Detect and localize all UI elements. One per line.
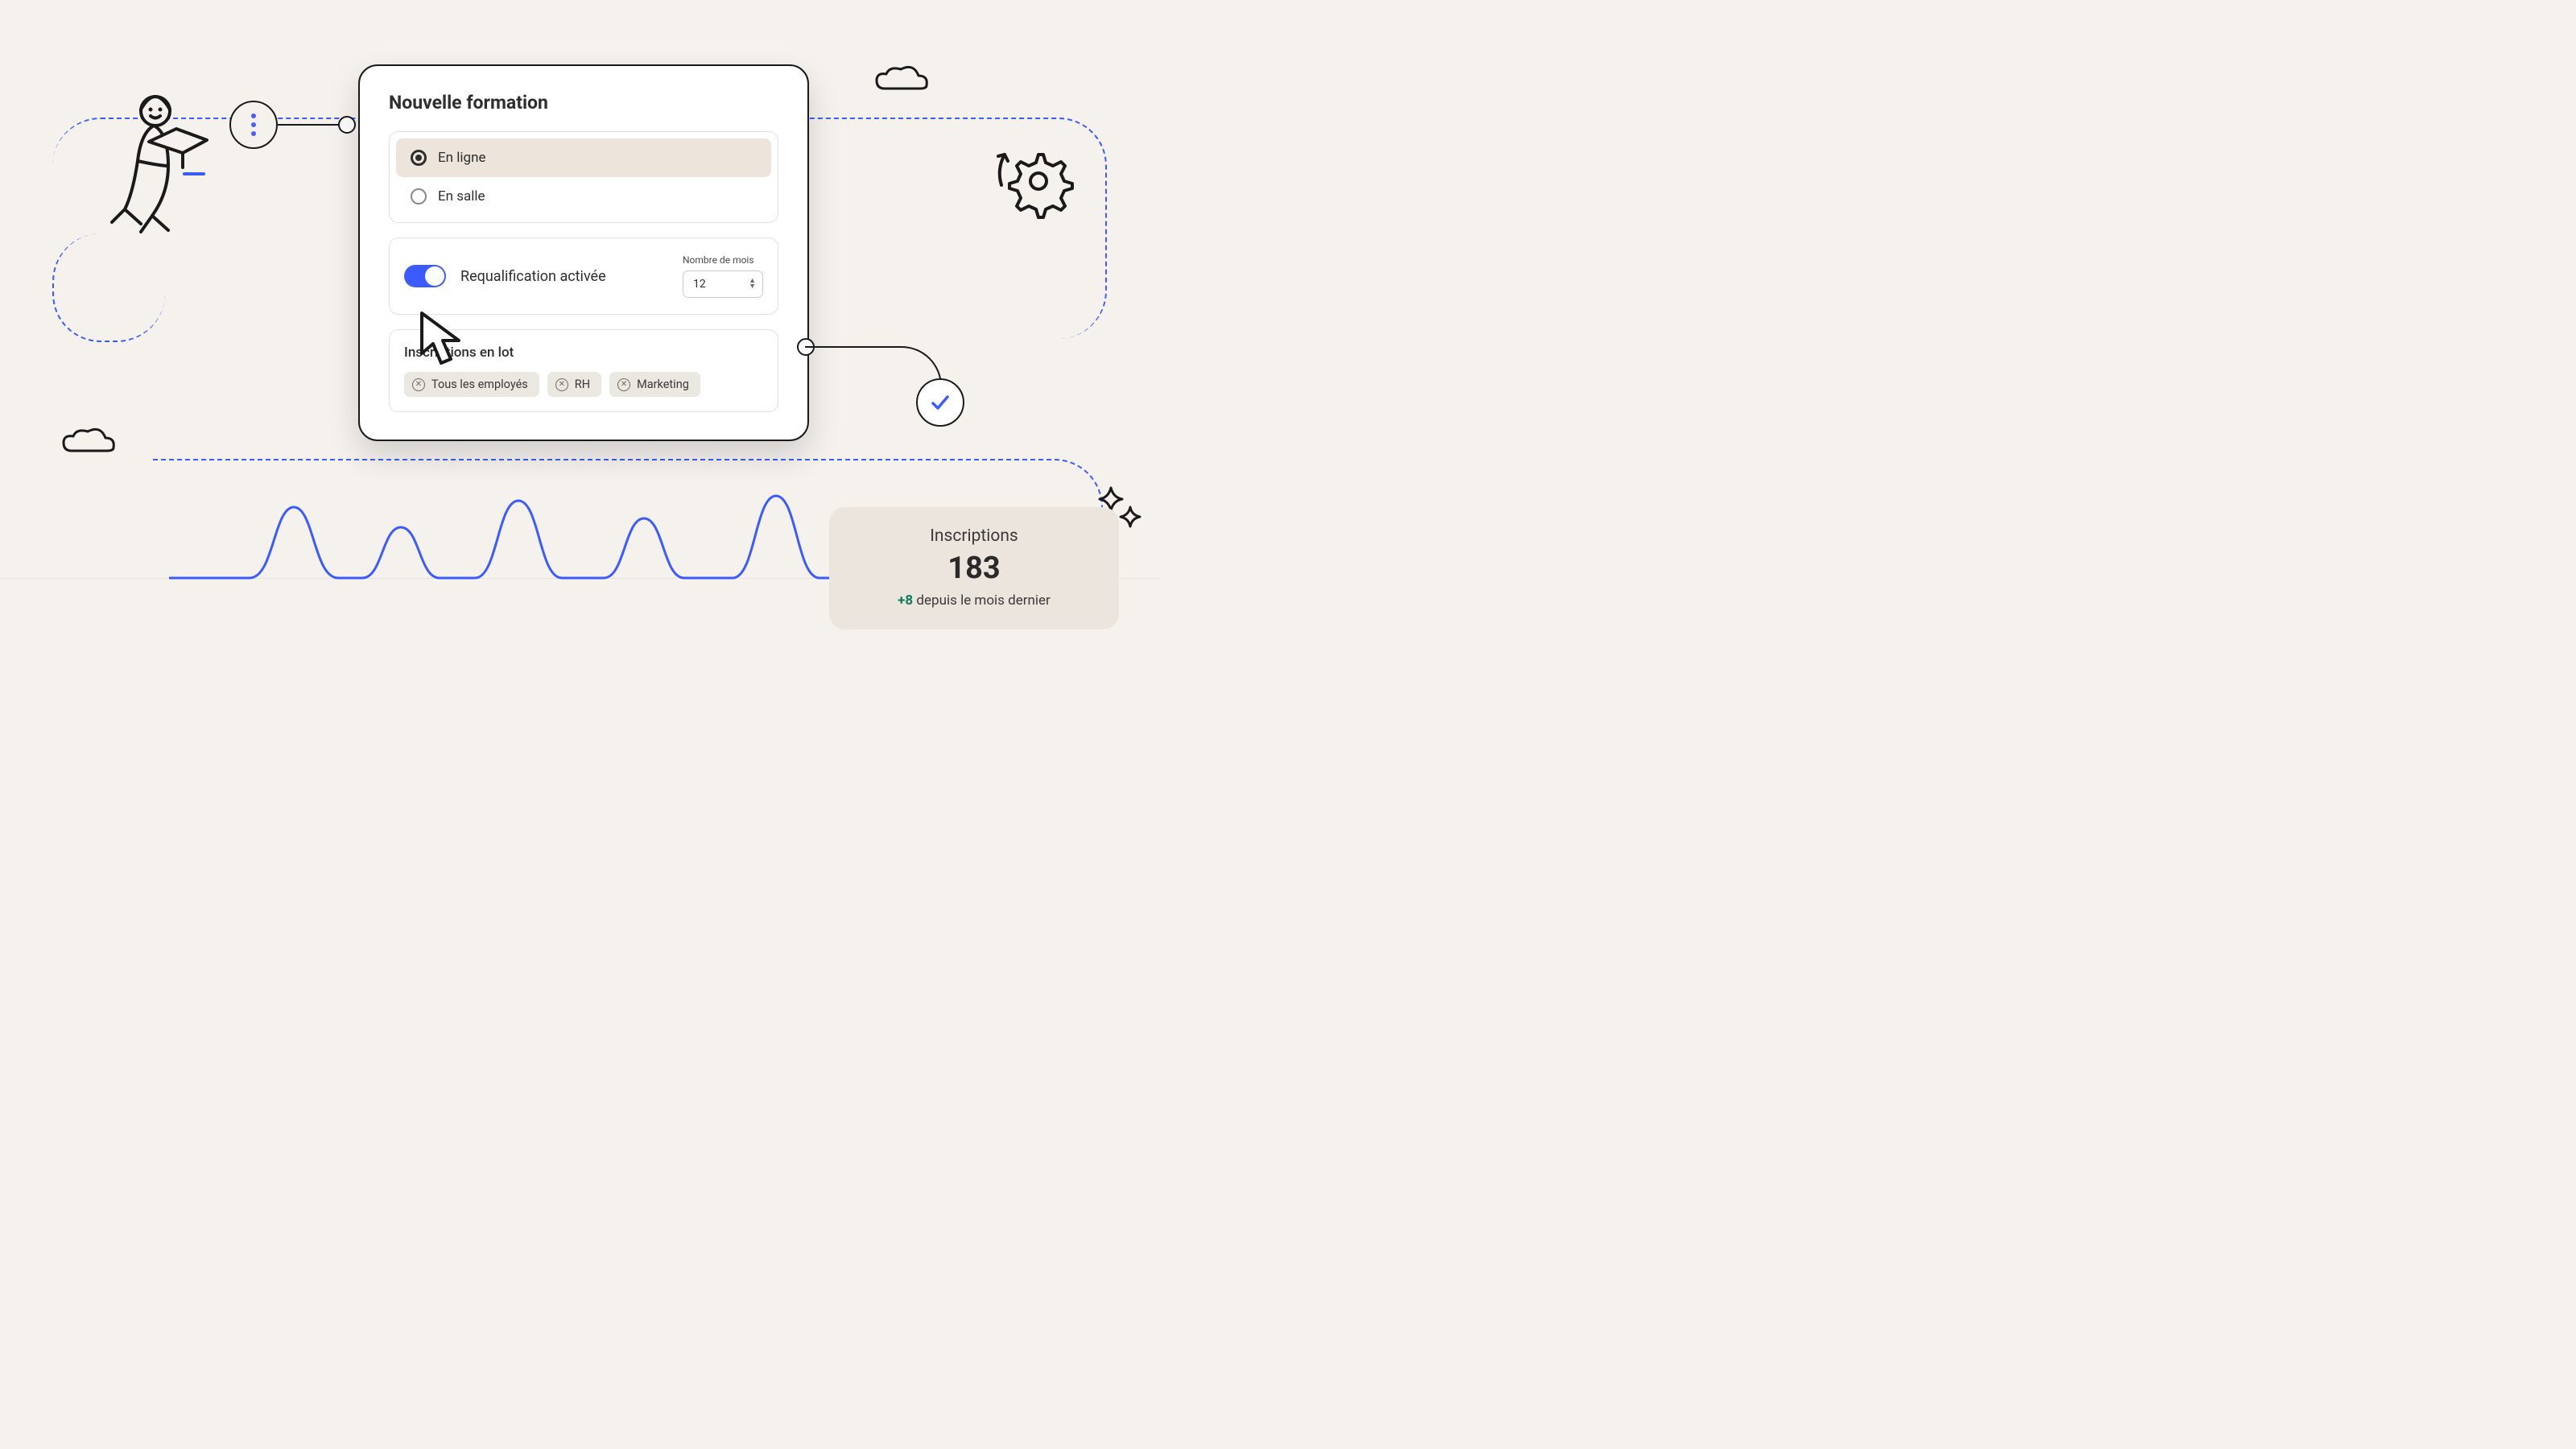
enrollment-sparkline [169, 491, 837, 588]
dashed-path-mid [52, 233, 165, 342]
new-training-card: Nouvelle formation En ligne En salle Req… [358, 64, 809, 441]
mode-radio-group: En ligne En salle [389, 131, 778, 223]
remove-tag-icon[interactable]: ✕ [412, 378, 425, 391]
requalification-toggle[interactable] [404, 265, 446, 287]
bulk-enrollment-section: Inscriptions en lot ✕ Tous les employés … [389, 329, 778, 412]
connector-dot-left [338, 116, 356, 134]
tag-list: ✕ Tous les employés ✕ RH ✕ Marketing [404, 372, 763, 397]
remove-tag-icon[interactable]: ✕ [555, 378, 568, 391]
more-options-node[interactable] [229, 101, 278, 149]
stats-title: Inscriptions [852, 526, 1096, 546]
person-illustration [109, 89, 221, 242]
stats-delta: +8 depuis le mois dernier [852, 592, 1096, 609]
tag-label: RH [575, 378, 590, 391]
cloud-icon [873, 64, 930, 93]
radio-option-online[interactable]: En ligne [396, 138, 771, 177]
requalification-label: Requalification activée [460, 268, 668, 285]
stepper-arrows-icon: ▲▼ [749, 279, 756, 290]
months-stepper[interactable]: 12 ▲▼ [683, 270, 763, 298]
radio-option-classroom[interactable]: En salle [396, 177, 771, 216]
enrollment-stats-card: Inscriptions 183 +8 depuis le mois derni… [829, 507, 1119, 630]
months-field-group: Nombre de mois 12 ▲▼ [683, 254, 763, 298]
tag-marketing[interactable]: ✕ Marketing [609, 372, 700, 397]
tag-all-employees[interactable]: ✕ Tous les employés [404, 372, 539, 397]
radio-label: En salle [438, 188, 485, 204]
radio-label: En ligne [438, 150, 485, 166]
tag-label: Tous les employés [431, 378, 528, 391]
stats-delta-value: +8 [898, 592, 913, 609]
months-value: 12 [693, 278, 706, 291]
cloud-icon [60, 427, 117, 455]
gear-icon [990, 137, 1079, 225]
tag-label: Marketing [637, 378, 689, 391]
connector-line-left [278, 124, 341, 126]
check-node [916, 378, 964, 427]
stats-delta-suffix: depuis le mois dernier [913, 592, 1051, 609]
tag-hr[interactable]: ✕ RH [547, 372, 601, 397]
card-title: Nouvelle formation [389, 92, 778, 114]
check-icon [930, 392, 951, 413]
radio-selected-icon [411, 150, 427, 166]
bulk-title: Inscriptions en lot [404, 345, 763, 361]
remove-tag-icon[interactable]: ✕ [617, 378, 630, 391]
radio-unselected-icon [411, 188, 427, 204]
stats-value: 183 [852, 551, 1096, 586]
months-label: Nombre de mois [683, 254, 763, 266]
requalification-section: Requalification activée Nombre de mois 1… [389, 237, 778, 315]
